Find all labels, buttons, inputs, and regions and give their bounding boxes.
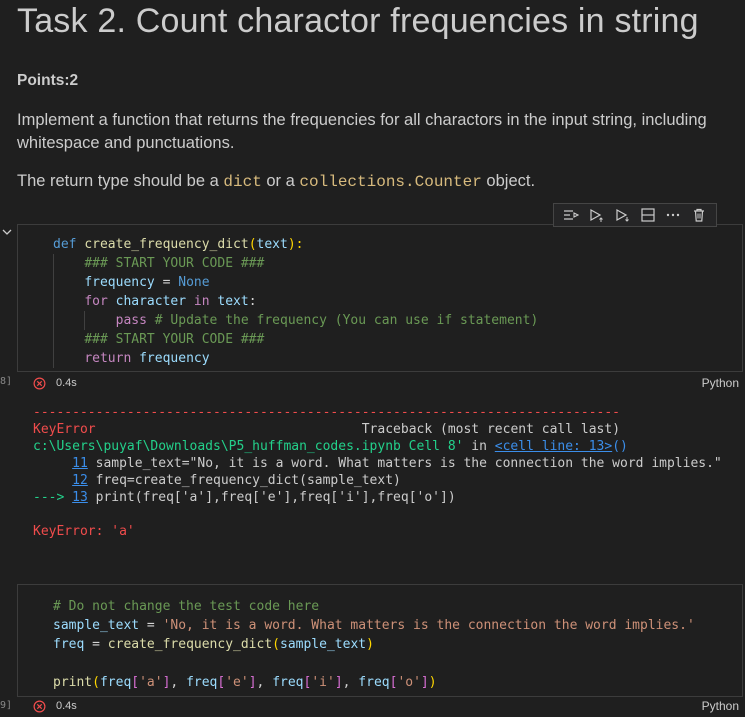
instructions-paragraph: Implement a function that returns the fr… <box>17 111 707 152</box>
final-error-name: KeyError <box>33 524 96 539</box>
inline-code-counter: collections.Counter <box>299 173 482 191</box>
line-number-link[interactable]: 13 <box>72 490 88 505</box>
cell-line-link[interactable]: <cell line: 13> <box>495 439 612 454</box>
execution-time: 0.4s <box>56 377 77 389</box>
points-label: Points:2 <box>17 72 79 89</box>
cell-toolbar <box>553 203 717 227</box>
line-number-link[interactable]: 12 <box>72 473 88 488</box>
code-cell-2[interactable]: # Do not change the test code here sampl… <box>17 584 743 697</box>
code-editor-1[interactable]: def create_frequency_dict(text): ### STA… <box>53 235 538 368</box>
collapse-chevron-icon[interactable] <box>1 226 13 238</box>
cell-status-1: 0.4s <box>33 375 77 391</box>
code-cell-1[interactable]: def create_frequency_dict(text): ### STA… <box>17 224 743 372</box>
error-status-icon <box>33 377 46 389</box>
cell-language-2[interactable]: Python <box>702 699 739 713</box>
execution-count-1: 8] <box>0 376 13 387</box>
execute-above-icon[interactable] <box>587 206 605 224</box>
cell-language-1[interactable]: Python <box>702 376 739 390</box>
code-editor-2[interactable]: # Do not change the test code here sampl… <box>53 597 695 692</box>
more-icon[interactable] <box>664 206 682 224</box>
cell-output-1: ----------------------------------------… <box>33 405 722 539</box>
line-number-link[interactable]: 11 <box>72 456 88 471</box>
error-name: KeyError <box>33 422 96 437</box>
run-by-line-icon[interactable] <box>562 206 580 224</box>
execution-time: 0.4s <box>56 700 77 712</box>
execute-below-icon[interactable] <box>613 206 631 224</box>
split-cell-icon[interactable] <box>639 206 657 224</box>
cell-status-2: 0.4s <box>33 698 77 714</box>
inline-code-dict: dict <box>223 173 262 191</box>
return-type-paragraph: The return type should be a dict or a co… <box>17 172 536 191</box>
delete-icon[interactable] <box>690 206 708 224</box>
execution-count-2: 9] <box>0 700 13 711</box>
task-title: Task 2. Count charactor frequencies in s… <box>17 2 699 40</box>
error-status-icon <box>33 700 46 712</box>
